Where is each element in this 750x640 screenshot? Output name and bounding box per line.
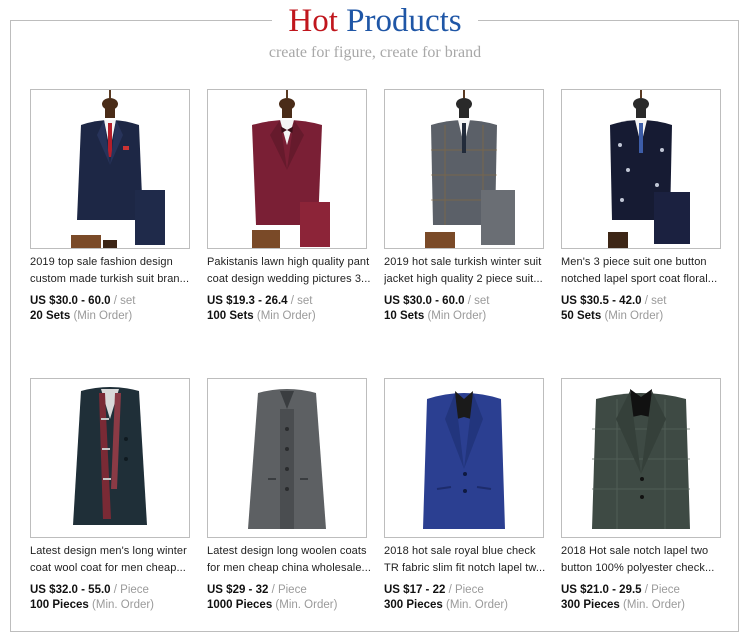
product-price: US $30.5 - 42.0 / set: [561, 295, 667, 307]
product-image[interactable]: [30, 89, 190, 249]
product-image[interactable]: [384, 89, 544, 249]
product-price: US $21.0 - 29.5 / Piece: [561, 584, 680, 596]
product-card[interactable]: 2018 Hot sale notch lapel two button 100%…: [561, 378, 721, 613]
product-title[interactable]: Pakistanis lawn high quality pant coat de…: [207, 254, 377, 288]
product-card[interactable]: Men's 3 piece suit one button notched lap…: [561, 89, 721, 324]
product-min-order: 100 Pieces (Min. Order): [30, 599, 155, 611]
product-image[interactable]: [207, 378, 367, 538]
product-card[interactable]: Latest design long woolen coats for men c…: [207, 378, 371, 613]
product-title[interactable]: 2018 hot sale royal blue check TR fabric …: [384, 543, 554, 577]
product-price: US $30.0 - 60.0 / set: [30, 295, 136, 307]
product-min-order: 50 Sets (Min Order): [561, 310, 664, 322]
product-image[interactable]: [30, 378, 190, 538]
product-title[interactable]: 2018 Hot sale notch lapel two button 100%…: [561, 543, 731, 577]
product-price: US $17 - 22 / Piece: [384, 584, 484, 596]
product-min-order: 300 Pieces (Min. Order): [561, 599, 686, 611]
title-hot: Hot: [288, 3, 338, 39]
product-image[interactable]: [561, 89, 721, 249]
product-image[interactable]: [207, 89, 367, 249]
product-title[interactable]: Latest design long woolen coats for men c…: [207, 543, 377, 577]
product-card[interactable]: 2018 hot sale royal blue check TR fabric …: [384, 378, 545, 613]
product-min-order: 100 Sets (Min Order): [207, 310, 316, 322]
product-min-order: 300 Pieces (Min. Order): [384, 599, 509, 611]
section-subtitle: create for figure, create for brand: [268, 44, 482, 61]
product-title[interactable]: Latest design men's long winter coat wool…: [30, 543, 200, 577]
product-min-order: 20 Sets (Min Order): [30, 310, 133, 322]
product-price: US $32.0 - 55.0 / Piece: [30, 584, 149, 596]
title-products: Products: [346, 3, 462, 39]
product-title[interactable]: Men's 3 piece suit one button notched lap…: [561, 254, 731, 288]
product-card[interactable]: Pakistanis lawn high quality pant coat de…: [207, 89, 370, 324]
section-header: Hot Products create for figure, create f…: [0, 0, 750, 70]
product-min-order: 10 Sets (Min Order): [384, 310, 487, 322]
product-price: US $29 - 32 / Piece: [207, 584, 307, 596]
section-title: Hot Products: [0, 2, 750, 40]
product-price: US $19.3 - 26.4 / set: [207, 295, 313, 307]
product-price: US $30.0 - 60.0 / set: [384, 295, 490, 307]
product-min-order: 1000 Pieces (Min. Order): [207, 599, 338, 611]
product-image[interactable]: [561, 378, 721, 538]
product-title[interactable]: 2019 hot sale turkish winter suit jacket …: [384, 254, 554, 288]
product-title[interactable]: 2019 top sale fashion design custom made …: [30, 254, 200, 288]
product-card[interactable]: 2019 top sale fashion design custom made …: [30, 89, 190, 324]
product-card[interactable]: 2019 hot sale turkish winter suit jacket …: [384, 89, 544, 324]
product-image[interactable]: [384, 378, 544, 538]
product-card[interactable]: Latest design men's long winter coat wool…: [30, 378, 190, 613]
